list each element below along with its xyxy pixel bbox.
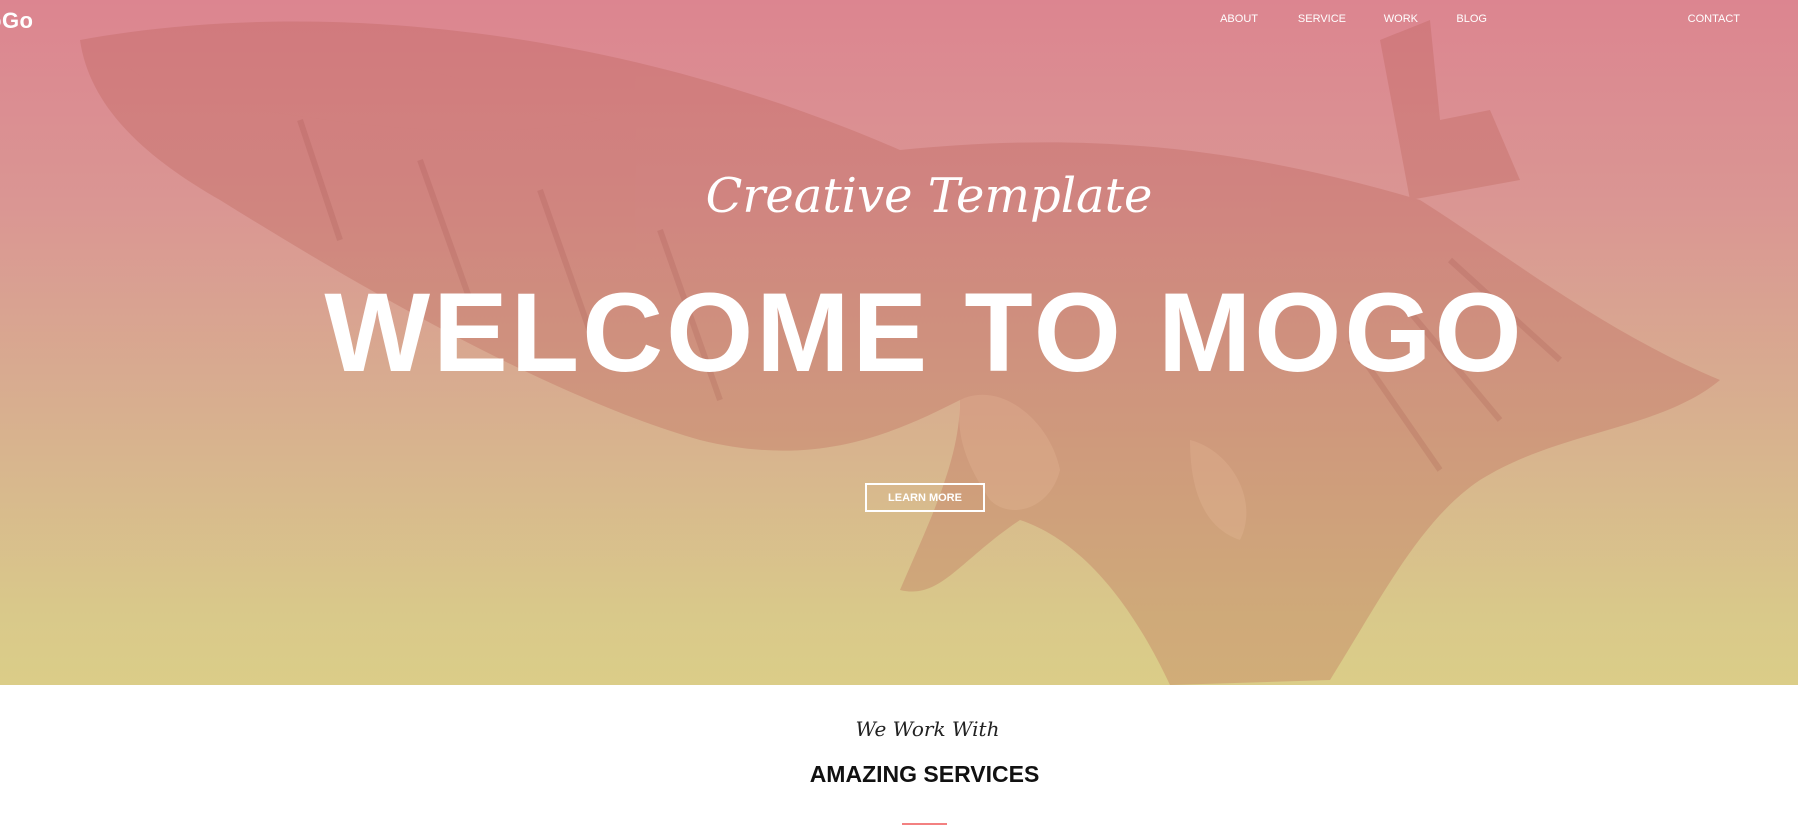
nav-blog-link[interactable]: BLOG — [1456, 13, 1487, 25]
hero-title: WELCOME TO MOGO — [324, 270, 1525, 395]
services-title: AMAZING SERVICES — [809, 761, 1040, 787]
site-logo[interactable]: oGo — [0, 8, 34, 34]
services-subtitle: We Work With — [855, 717, 1000, 741]
hero-subtitle: Creative Template — [705, 168, 1153, 224]
services-divider — [902, 823, 947, 825]
nav-service-link[interactable]: SERVICE — [1298, 13, 1346, 25]
services-section: We Work With AMAZING SERVICES — [0, 685, 1798, 837]
hero-section: oGo ABOUT SERVICE WORK BLOG CONTACT Crea… — [0, 0, 1798, 685]
nav-work-link[interactable]: WORK — [1384, 13, 1418, 25]
learn-more-button[interactable]: LEARN MORE — [865, 483, 985, 512]
nav-about-link[interactable]: ABOUT — [1220, 13, 1258, 25]
nav-contact-link[interactable]: CONTACT — [1688, 13, 1740, 25]
